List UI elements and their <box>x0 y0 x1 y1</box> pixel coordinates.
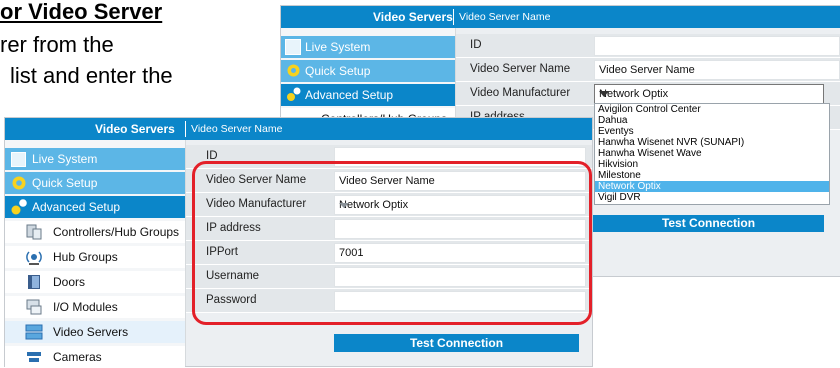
hub-icon <box>26 251 42 265</box>
sidebar-item-label: I/O Modules <box>53 300 118 314</box>
dropdown-option[interactable]: Avigilon Control Center <box>595 104 829 115</box>
sidebar-item-controllers[interactable]: Controllers/Hub Groups <box>5 221 185 243</box>
manufacturer-dropdown-list: Avigilon Control Center Dahua Eventys Ha… <box>594 103 830 205</box>
sidebar-item-label: Doors <box>53 275 86 289</box>
sidebar-item-quick-setup[interactable]: Quick Setup <box>5 172 185 194</box>
test-connection-button[interactable]: Test Connection <box>593 215 824 232</box>
sidebar-item-label: Quick Setup <box>305 64 371 78</box>
dropdown-option[interactable]: Hanwha Wisenet Wave <box>595 148 829 159</box>
field-label: Video Server Name <box>470 63 571 75</box>
sidebar: Live System Quick Setup Advanced Setup C… <box>5 140 186 368</box>
dropdown-option[interactable]: Vigil DVR <box>595 192 829 203</box>
sidebar-item-label: Quick Setup <box>32 176 98 190</box>
sidebar-item-label: Cameras <box>53 350 102 364</box>
header-title: Video Servers <box>373 10 453 24</box>
header-subtitle: Video Server Name <box>191 123 283 135</box>
header-bar: Video Servers Video Server Name <box>281 6 840 28</box>
id-field[interactable] <box>594 36 840 56</box>
live-system-icon <box>285 39 301 55</box>
sidebar-item-live-system[interactable]: Live System <box>281 36 455 58</box>
server-name-field[interactable]: Video Server Name <box>594 60 840 80</box>
sidebar-item-hub-groups[interactable]: Hub Groups <box>5 246 185 268</box>
video-server-icon <box>25 324 43 340</box>
controller-icon <box>26 224 42 240</box>
sidebar-item-video-servers[interactable]: Video Servers <box>5 321 185 343</box>
header-title: Video Servers <box>95 122 175 136</box>
sidebar-item-advanced-setup[interactable]: Advanced Setup <box>281 84 455 106</box>
camera-icon <box>27 352 41 362</box>
sidebar-item-io-modules[interactable]: I/O Modules <box>5 296 185 318</box>
sidebar-item-label: Hub Groups <box>53 250 118 264</box>
dropdown-option[interactable]: Milestone <box>595 170 829 181</box>
live-system-icon <box>11 152 26 167</box>
header-separator <box>453 9 454 25</box>
manufacturer-select[interactable]: Network Optix <box>594 84 824 104</box>
field-row: Video Server Name Video Server Name <box>456 58 840 82</box>
field-label: ID <box>470 39 482 51</box>
test-connection-button[interactable]: Test Connection <box>334 334 579 352</box>
highlight-outline <box>192 161 592 325</box>
sidebar-item-advanced-setup[interactable]: Advanced Setup <box>5 196 185 218</box>
dropdown-option[interactable]: Hikvision <box>595 159 829 170</box>
sidebar-item-quick-setup[interactable]: Quick Setup <box>281 60 455 82</box>
io-module-icon <box>26 299 42 315</box>
sidebar-item-doors[interactable]: Doors <box>5 271 185 293</box>
dropdown-option[interactable]: Hanwha Wisenet NVR (SUNAPI) <box>595 137 829 148</box>
front-screenshot-panel: Video Servers Video Server Name Live Sys… <box>5 118 592 368</box>
document-line: list and enter the <box>10 63 173 88</box>
sidebar-item-label: Live System <box>32 152 98 166</box>
sidebar-item-label: Advanced Setup <box>305 88 394 102</box>
dropdown-option-selected[interactable]: Network Optix <box>595 181 829 192</box>
sidebar-item-cameras[interactable]: Cameras <box>5 346 185 368</box>
gears-icon <box>11 199 27 215</box>
document-line: rer from the <box>0 32 114 57</box>
sidebar-item-label: Live System <box>305 40 371 54</box>
gear-icon <box>12 176 26 190</box>
document-heading: or Video Server <box>0 0 163 24</box>
gears-icon <box>287 87 301 101</box>
sidebar-item-label: Video Servers <box>53 325 129 339</box>
header-subtitle: Video Server Name <box>459 11 551 23</box>
dropdown-option[interactable]: Dahua <box>595 115 829 126</box>
gear-icon <box>287 64 300 77</box>
field-label: Video Manufacturer <box>470 87 571 99</box>
sidebar-item-label: Controllers/Hub Groups <box>53 225 180 239</box>
header-separator <box>185 121 186 137</box>
door-icon <box>28 275 40 289</box>
field-row: ID <box>456 34 840 58</box>
header-bar: Video Servers Video Server Name <box>5 118 592 140</box>
sidebar-item-label: Advanced Setup <box>32 200 121 214</box>
chevron-down-icon <box>599 91 609 97</box>
dropdown-option[interactable]: Eventys <box>595 126 829 137</box>
sidebar-item-live-system[interactable]: Live System <box>5 148 185 170</box>
